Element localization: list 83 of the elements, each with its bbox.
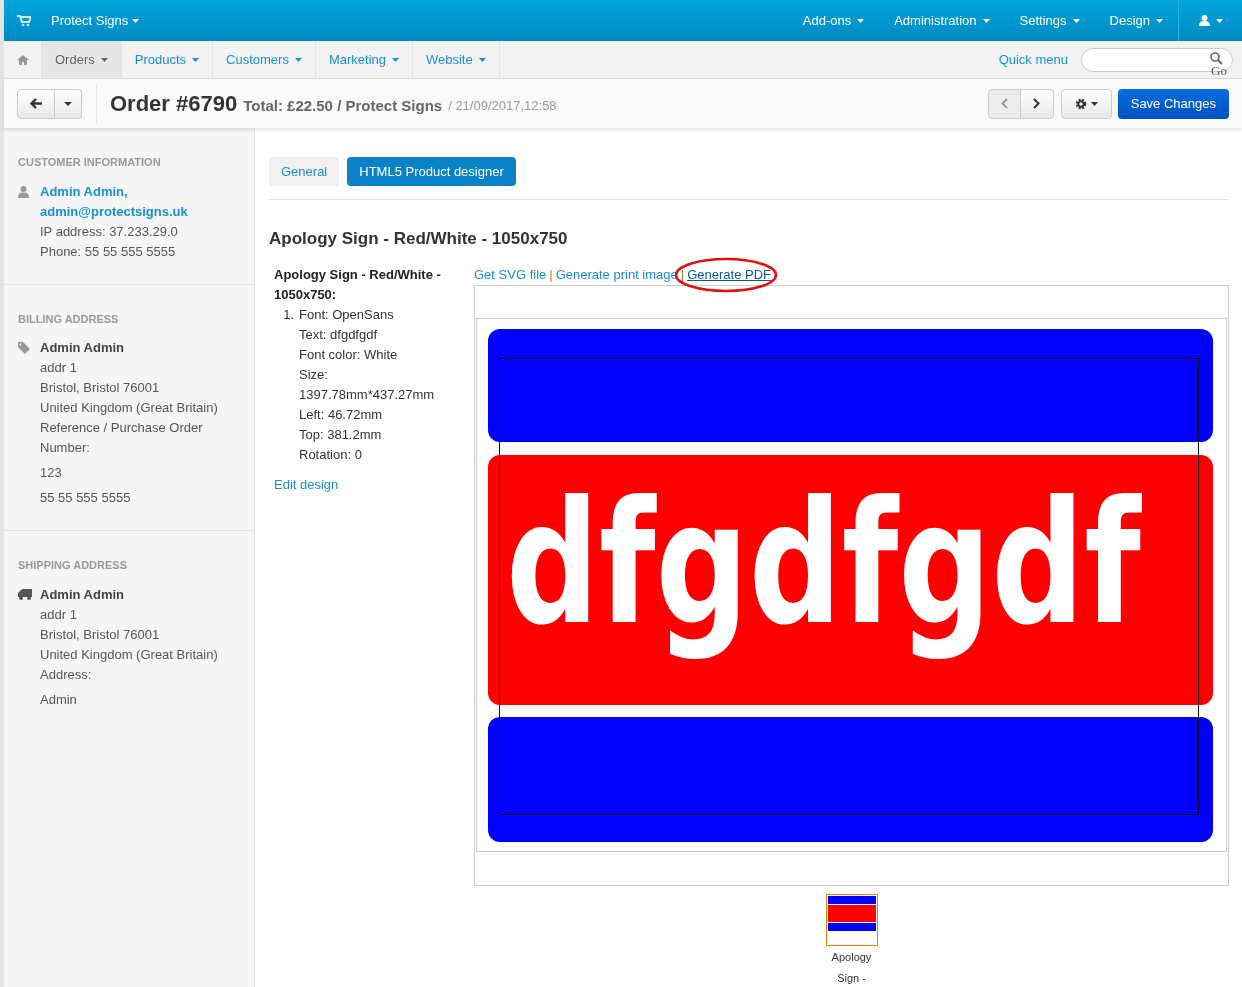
caret-icon [1072,18,1080,23]
address-line: Admin [40,690,78,709]
design-detail: Text: dfgdfgdf [299,325,379,344]
top-menu-item[interactable]: Design [1094,10,1178,31]
chevron-left-icon [1000,98,1008,109]
design-detail: Top: 381.2mm [299,425,383,444]
order-title: Order #6790 [110,90,238,118]
address-line: United Kingdom (Great Britain) [40,645,219,664]
design-thumbnail[interactable] [825,893,878,946]
settings-menu-button[interactable] [1060,88,1112,119]
back-button[interactable] [17,88,55,119]
top-menu-item[interactable]: Administration [879,10,1005,31]
home-icon [16,54,29,65]
next-button[interactable] [1020,88,1054,119]
address-line: IP address: 37.233.29.0 [40,222,179,241]
quick-menu-link[interactable]: Quick menu [998,49,1068,70]
address-line: 55 55 555 5555 [40,489,132,507]
search-icon[interactable] [1210,51,1223,65]
design-details-heading: Apology Sign - Red/White - 1050x750: [274,265,442,304]
address-line: Phone: 55 55 555 5555 [40,242,177,261]
caret-icon [294,57,302,62]
edit-design-link[interactable]: Edit design [274,474,339,495]
caret-icon [392,57,399,62]
section-heading: SHIPPING ADDRESS [18,558,128,573]
list-number: 1. [282,305,295,324]
caret-icon [857,18,865,23]
address-line: Bristol, Bristol 76001 [40,625,161,644]
caret-icon [478,57,486,62]
action-link[interactable]: Generate print image [555,264,678,285]
tab[interactable]: HTML5 Product designer [347,157,516,186]
tag-icon [18,342,30,354]
order-date: / 21/09/2017,12:58 [448,97,557,116]
tab[interactable]: General [269,157,340,186]
customer-name: Admin Admin [40,339,125,357]
user-icon [1198,15,1210,26]
customer-link[interactable]: admin@protectsigns.uk [40,201,240,222]
section-heading: BILLING ADDRESS [18,311,120,327]
arrow-left-icon [30,98,42,109]
caret-icon [982,18,990,23]
nav-tab[interactable]: Marketing [315,41,413,78]
address-line: Address: [40,665,93,684]
design-detail: Left: 46.72mm [299,405,384,424]
customer-link[interactable]: Admin Admin, [40,181,240,202]
truck-icon [18,588,32,600]
chevron-right-icon [1033,98,1041,109]
address-line: addr 1 [40,605,78,624]
design-detail: Rotation: 0 [299,445,363,464]
store-menu[interactable]: Protect Signs [51,10,140,31]
action-link[interactable]: Generate PDF [687,264,771,285]
caret-icon [1215,18,1223,23]
nav-tab[interactable]: Products [121,41,214,78]
customer-name: Admin Admin [40,585,125,604]
design-detail: Size: 1397.78mm*437.27mm [299,365,436,404]
address-line: addr 1 [40,359,78,377]
caret-icon [192,57,200,62]
top-menu-item[interactable]: Settings [1004,10,1095,31]
product-title: Apology Sign - Red/White - 1050x750 [269,228,569,250]
thumbnail-caption: Apology Sign - [830,949,873,986]
order-summary: Total: £22.50 / Protect Signs [243,95,443,116]
caret-icon [1090,101,1098,106]
nav-tab[interactable]: Customers [213,41,316,78]
nav-tab[interactable]: Orders [42,41,122,78]
action-link[interactable]: Get SVG file [474,264,547,285]
settings-icon [1074,97,1087,110]
caret-icon [1156,18,1163,23]
address-line: Bristol, Bristol 76001 [40,379,161,397]
caret-icon [100,57,108,62]
top-menu-item[interactable]: Add-ons [787,10,880,31]
cart-icon[interactable] [17,14,31,27]
link-separator: | [679,265,686,284]
address-line: United Kingdom (Great Britain) [40,399,219,417]
section-heading: CUSTOMER INFORMATION [18,155,162,170]
design-detail: Font: OpenSans [299,305,395,324]
design-detail: Font color: White [299,345,399,364]
caret-icon [132,18,140,23]
save-changes-button[interactable]: Save Changes [1117,88,1229,119]
caret-icon [64,101,72,106]
sign-text: dfgdfgdf [506,464,1141,662]
nav-tab[interactable]: Website [413,41,500,78]
link-separator: | [548,265,554,284]
person-icon [18,185,29,198]
address-line: Reference / Purchase Order Number: [40,419,204,457]
address-line: 123 [40,464,63,482]
